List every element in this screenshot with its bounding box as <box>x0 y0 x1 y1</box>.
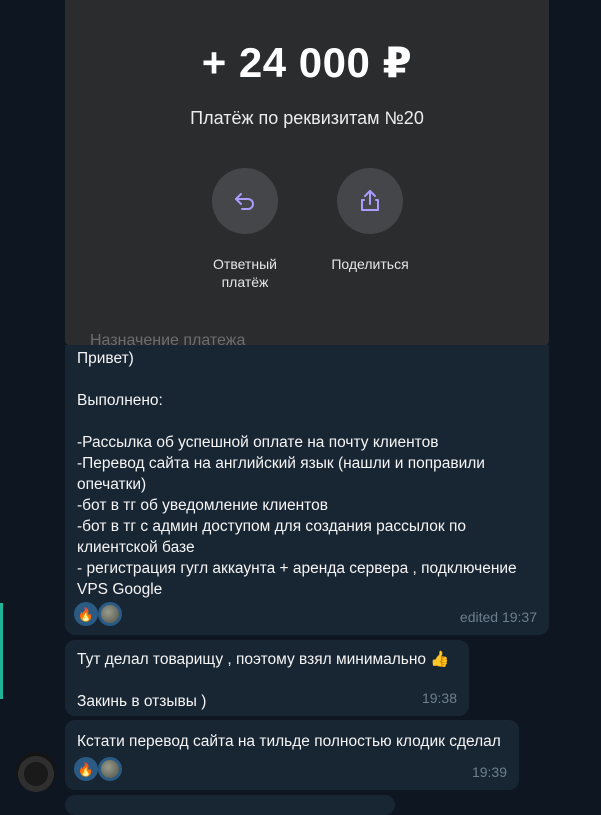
share-action: Поделиться <box>315 168 425 273</box>
reactions-bar[interactable]: 🔥 <box>74 757 122 781</box>
reply-payment-label: Ответный платёж <box>190 255 300 291</box>
chat-selection-accent <box>0 603 3 699</box>
message-time: edited 19:37 <box>459 609 537 625</box>
reactor-avatar <box>98 602 122 626</box>
fire-reaction[interactable]: 🔥 <box>74 602 98 626</box>
reply-payment-label-line2: платёж <box>221 274 269 290</box>
share-label: Поделиться <box>331 256 409 272</box>
message-bubble[interactable]: Кстати перевод сайта на тильде полностью… <box>65 720 519 790</box>
message-bubble[interactable]: Привет) Выполнено: -Рассылка об успешной… <box>65 345 549 635</box>
message-time: 19:38 <box>421 690 457 706</box>
reply-payment-action: Ответный платёж <box>190 168 300 291</box>
share-icon <box>337 168 403 234</box>
reactor-avatar <box>98 757 122 781</box>
undo-arrow-icon <box>212 168 278 234</box>
reply-payment-label-line1: Ответный <box>213 256 277 272</box>
reactions-bar[interactable]: 🔥 <box>74 602 122 626</box>
message-bubble[interactable]: Тут делал товарищу , поэтому взял минима… <box>65 640 469 716</box>
message-time: 19:39 <box>471 764 507 780</box>
payment-purpose-label: Назначение платежа <box>90 332 246 345</box>
message-text: Кстати перевод сайта на тильде полностью… <box>77 733 501 750</box>
message-text: Тут делал товарищу , поэтому взял минима… <box>77 651 450 710</box>
payment-title: Платёж по реквизитам №20 <box>190 108 424 128</box>
fire-reaction[interactable]: 🔥 <box>74 757 98 781</box>
sender-avatar[interactable] <box>16 752 56 792</box>
message-text: Привет) Выполнено: -Рассылка об успешной… <box>77 350 517 598</box>
message-bubble-partial[interactable] <box>65 795 395 815</box>
payment-screenshot-image[interactable]: + 24 000 ₽ Платёж по реквизитам №20 Отве… <box>65 0 549 345</box>
payment-amount: + 24 000 ₽ <box>201 39 413 86</box>
